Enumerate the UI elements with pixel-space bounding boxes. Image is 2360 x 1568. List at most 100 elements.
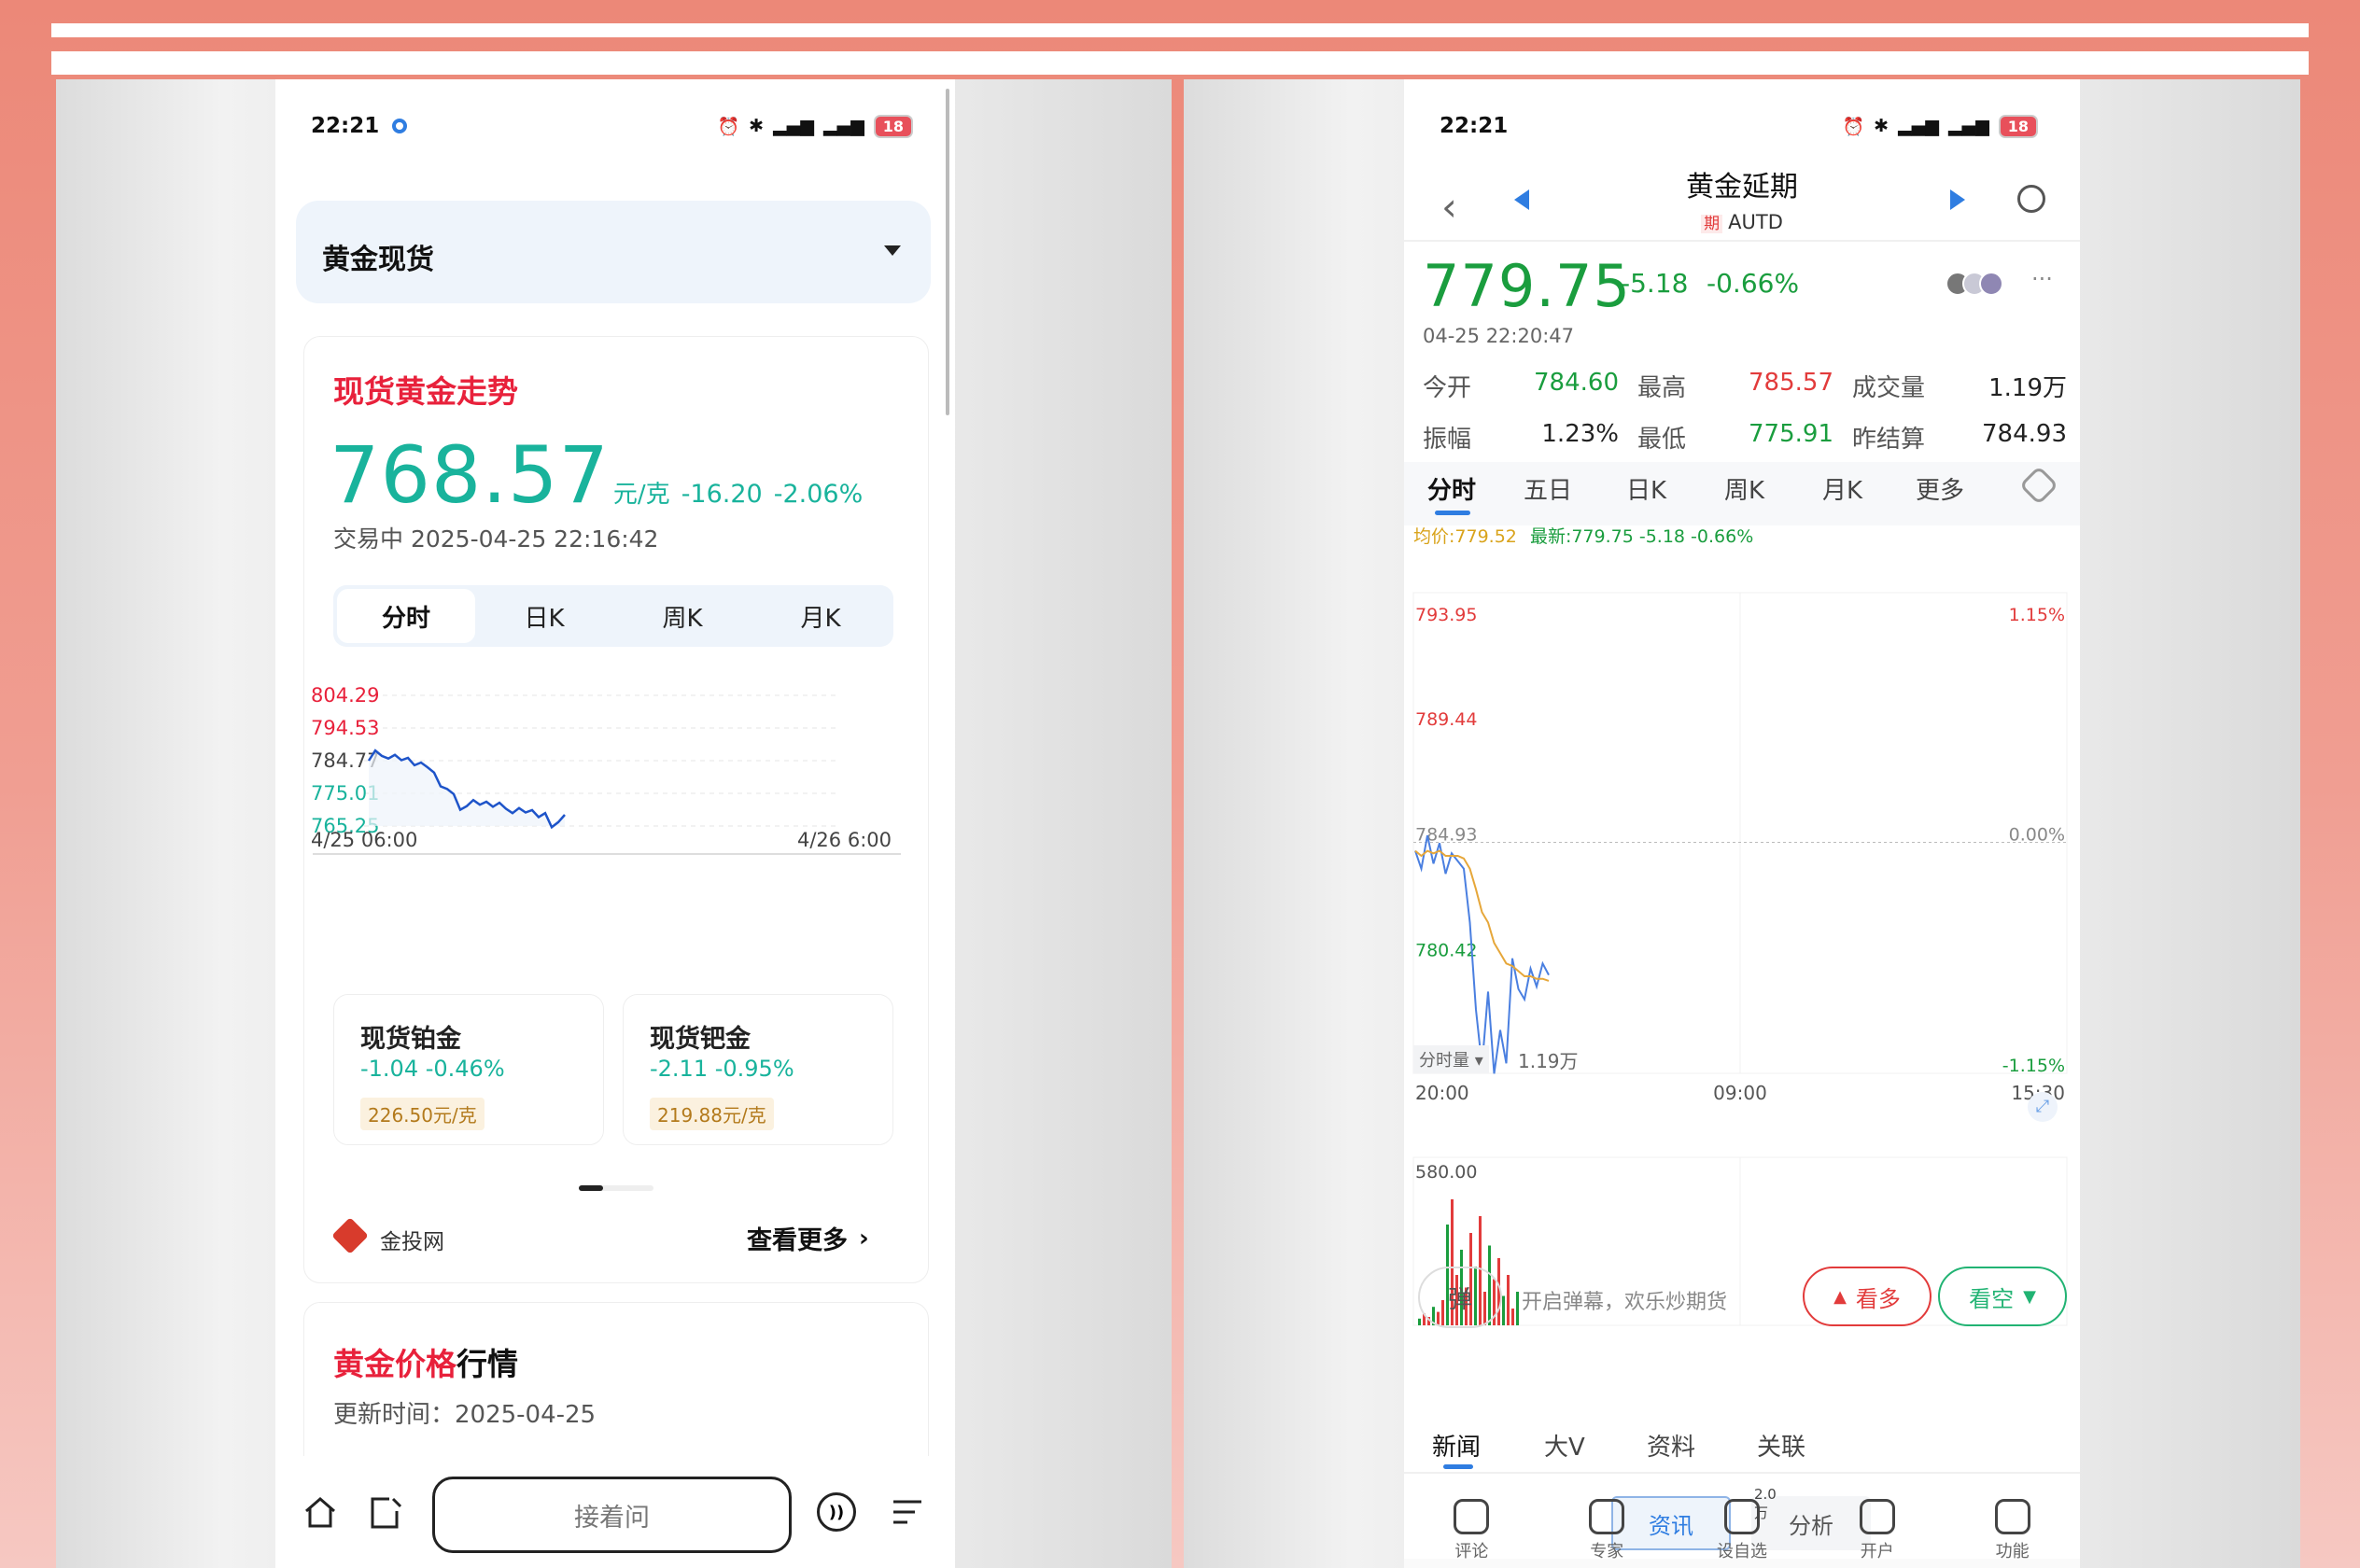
watchlist-badge: 2.0万 [1753,1486,1777,1521]
tab-active-underline [1435,511,1470,515]
card-title: 现货黄金走势 [333,373,518,410]
nav-label: 专家 [1590,1542,1624,1561]
stat-high: 最高 785.57 [1637,369,1833,402]
signal-icon: ▂▄▆ [1947,116,1989,136]
danmu-hint: 开启弹幕，欢乐炒期货 [1522,1291,1728,1314]
volume-bar [1511,1309,1514,1325]
price-row: 768.57 元/克 -16.20 -2.06% [330,429,863,521]
next-arrow-icon[interactable] [1950,189,1965,210]
current-price: 779.75 [1423,252,1631,320]
battery-icon: 18 [1998,114,2038,138]
cloud-up-icon: ▲ [1833,1286,1847,1307]
series-area [369,750,565,828]
home-icon[interactable] [303,1496,337,1528]
tab-related[interactable]: 关联 [1757,1428,1805,1463]
nav-item-2[interactable]: 2.0万 设自选 [1700,1486,1784,1562]
status-bar: 22:21 ⏰ ✱ ▂▄▆ ▂▄▆ 18 [1404,107,2080,145]
bluetooth-icon: ✱ [749,116,765,136]
latest-price-legend: 最新:779.75 -5.18 -0.66% [1529,526,1754,547]
stat-open: 今开 784.60 [1423,369,1619,402]
search-icon[interactable] [2017,185,2045,213]
frame-strip-second [51,51,2309,75]
edit-icon[interactable] [369,1496,404,1530]
palladium-name: 现货钯金 [650,1025,751,1054]
y-tick-label: 784.93 [1415,825,1477,846]
current-price: 768.57 [330,429,610,521]
tab-intraday[interactable]: 分时 [337,589,475,643]
section-title: 黄金价格行情 [333,1346,518,1382]
nav-item-1[interactable]: 专家 [1565,1499,1649,1562]
status-bar: 22:21 ⏰ ✱ ▂▄▆ ▂▄▆ 18 [275,107,955,145]
tab-intraday[interactable]: 分时 [1427,471,1476,506]
menu-icon[interactable] [892,1498,923,1526]
x-tick-label: 20:00 [1415,1082,1469,1104]
tab-week-k[interactable]: 周K [613,599,752,634]
alarm-icon: ⏰ [1842,116,1865,137]
price-change-pct: -2.06% [773,480,864,509]
bottom-nav-items: 评论专家 2.0万 设自选 开户功能 [1404,1479,2080,1568]
tab-five-day[interactable]: 五日 [1524,471,1572,506]
bluetooth-icon: ✱ [1874,116,1889,136]
news-tab-underline [1443,1464,1473,1469]
buy-long-button[interactable]: ▲ 看多 [1803,1267,1932,1326]
tab-news[interactable]: 新闻 [1432,1428,1481,1463]
comment-icon [1454,1499,1490,1534]
signal-icon: ▂▄▆ [822,116,864,136]
source-name: 金投网 [380,1230,444,1254]
view-more-link[interactable]: 查看更多 › [747,1220,869,1256]
avatar [1979,272,2003,296]
more-dots-icon[interactable]: ··· [2031,266,2053,292]
chevron-right-icon: › [859,1224,869,1253]
left-phone-screen: 22:21 ⏰ ✱ ▂▄▆ ▂▄▆ 18 黄金现货 现货黄金走势 768.57 … [275,79,955,1568]
right-tick-label: 0.00% [2009,825,2065,846]
voice-icon[interactable]: )) [817,1492,856,1532]
nav-item-4[interactable]: 功能 [1971,1499,2055,1562]
price-change: -16.20 [681,480,763,509]
menu-icon [1994,1499,2030,1534]
header-divider [1404,240,2080,242]
sell-short-button[interactable]: 看空 ▼ [1938,1267,2067,1326]
scrollbar[interactable] [946,89,949,415]
page-indicator [579,1185,653,1191]
palladium-card[interactable]: 现货钯金 -2.11 -0.95% 219.88元/克 [623,994,893,1145]
platinum-card[interactable]: 现货铂金 -1.04 -0.46% 226.50元/克 [333,994,604,1145]
title-subline: 期 AUTD [1404,210,2080,233]
market-selector[interactable]: 黄金现货 [296,201,931,303]
news-divider [1404,1472,2080,1474]
nav-item-3[interactable]: 开户 [1835,1499,1919,1562]
danmu-toggle[interactable]: 弹 [1418,1267,1502,1328]
chart-period-tabs: 分时 日K 周K 月K [333,585,893,647]
ask-input[interactable]: 接着问 [432,1477,792,1553]
avatar-group[interactable] [1946,272,2003,296]
expand-icon[interactable]: ⤢ [2028,1092,2058,1122]
nav-item-0[interactable]: 评论 [1429,1499,1513,1562]
y-tick-label: 793.95 [1415,605,1477,625]
tab-week-k[interactable]: 周K [1724,471,1764,506]
nav-label: 功能 [1995,1542,2030,1561]
right-tick-label: 1.15% [2009,605,2065,625]
tab-month-k[interactable]: 月K [752,599,890,634]
tab-profile[interactable]: 资料 [1647,1428,1695,1463]
y-tick-label: 789.44 [1415,709,1477,730]
signal-icon: ▂▄▆ [1898,116,1939,136]
instrument-code: AUTD [1728,211,1783,233]
tab-big-v[interactable]: 大V [1544,1428,1585,1463]
expert-icon [1589,1499,1625,1534]
page-title: 黄金延期 [1686,171,1798,203]
volume-selector[interactable]: 分时量 ▾ [1413,1045,1489,1073]
palladium-change: -2.11 -0.95% [650,1056,794,1082]
x-tick-label: 4/26 6:00 [797,829,892,851]
gold-td-intraday-chart: 793.95789.44784.93780.42775.911.15%0.00%… [1412,592,2068,1326]
tab-day-k[interactable]: 日K [1626,471,1666,506]
battery-icon: 18 [873,114,913,138]
y-tick-label: 804.29 [311,684,379,707]
tab-day-k[interactable]: 日K [475,599,613,634]
tab-more[interactable]: 更多 [1916,471,1964,506]
price-unit: 元/克 [612,481,670,509]
stat-volume: 成交量 1.19万 [1852,374,2067,402]
tab-month-k[interactable]: 月K [1822,471,1862,506]
chart-legend: 均价:779.52 最新:779.75 -5.18 -0.66% [1413,523,1753,548]
stat-amplitude: 振幅 1.23% [1423,420,1619,454]
x-tick-label: 4/25 06:00 [311,829,417,851]
updated-time: 更新时间：2025-04-25 [333,1401,597,1429]
